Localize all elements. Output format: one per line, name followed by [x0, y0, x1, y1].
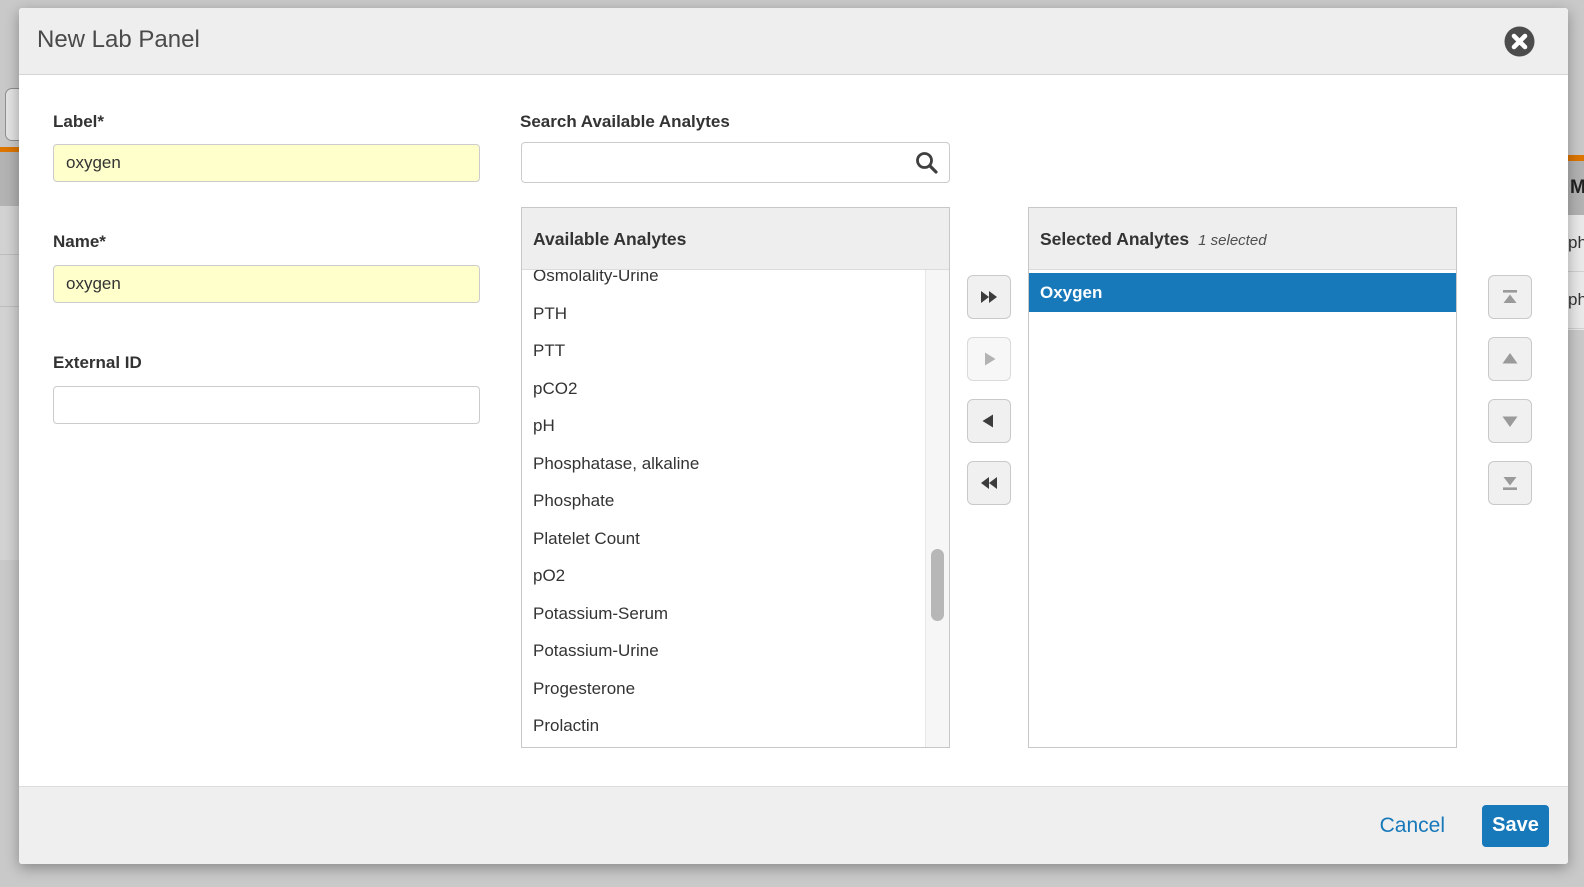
- move-to-bottom-icon: [1500, 473, 1520, 493]
- double-arrow-right-icon: [978, 287, 1000, 307]
- move-all-left-button[interactable]: [967, 461, 1011, 505]
- move-all-right-button[interactable]: [967, 275, 1011, 319]
- external-id-field-label: External ID: [53, 353, 142, 373]
- list-item[interactable]: Potassium-Urine: [522, 632, 949, 670]
- background-table-rows-right: ph ph: [1568, 215, 1584, 330]
- background-table-header-right: M: [1568, 161, 1584, 215]
- dialog-header: New Lab Panel: [19, 8, 1568, 75]
- move-up-button[interactable]: [1488, 337, 1532, 381]
- move-left-button[interactable]: [967, 399, 1011, 443]
- available-analytes-header: Available Analytes: [522, 208, 949, 270]
- selected-analytes-title: Selected Analytes: [1040, 229, 1189, 249]
- move-up-icon: [1500, 349, 1520, 369]
- move-to-bottom-button[interactable]: [1488, 461, 1532, 505]
- list-item[interactable]: pO2: [522, 557, 949, 595]
- available-analytes-list: Osmolality-UrinePTHPTTpCO2pHPhosphatase,…: [522, 270, 949, 748]
- screen: M ph ph New Lab Panel Label* Name* Exter…: [0, 0, 1584, 887]
- selected-count-label: 1 selected: [1198, 232, 1266, 249]
- arrow-right-icon: [979, 349, 999, 369]
- new-lab-panel-dialog: New Lab Panel Label* Name* External ID S…: [19, 8, 1568, 864]
- selected-analytes-list: Oxygen: [1029, 270, 1456, 748]
- selected-analytes-box: Selected Analytes 1 selected Oxygen: [1028, 207, 1457, 748]
- label-field-label: Label*: [53, 112, 104, 132]
- available-list-scrollbar[interactable]: [925, 270, 949, 747]
- scrollbar-thumb[interactable]: [931, 549, 944, 621]
- available-analytes-box: Available Analytes Osmolality-UrinePTHPT…: [521, 207, 950, 748]
- save-button[interactable]: Save: [1482, 805, 1549, 847]
- background-table-header-left: [0, 152, 19, 206]
- label-input[interactable]: [53, 144, 480, 182]
- move-to-top-button[interactable]: [1488, 275, 1532, 319]
- list-item[interactable]: Phosphate: [522, 482, 949, 520]
- arrow-left-icon: [979, 411, 999, 431]
- list-item[interactable]: Oxygen: [1029, 273, 1456, 312]
- name-input[interactable]: [53, 265, 480, 303]
- move-down-button[interactable]: [1488, 399, 1532, 443]
- list-item[interactable]: Platelet Count: [522, 520, 949, 558]
- move-right-button[interactable]: [967, 337, 1011, 381]
- list-item[interactable]: Progesterone: [522, 670, 949, 708]
- move-down-icon: [1500, 411, 1520, 431]
- list-item[interactable]: pCO2: [522, 370, 949, 408]
- search-field: [521, 142, 950, 183]
- list-item[interactable]: Osmolality-Urine: [522, 270, 949, 295]
- dialog-title: New Lab Panel: [37, 26, 200, 54]
- search-available-analytes-label: Search Available Analytes: [520, 112, 730, 132]
- selected-analytes-header: Selected Analytes 1 selected: [1029, 208, 1456, 270]
- external-id-input[interactable]: [53, 386, 480, 424]
- list-item[interactable]: Prolactin: [522, 707, 949, 745]
- list-item[interactable]: Phosphatase, alkaline: [522, 445, 949, 483]
- dialog-footer: Cancel Save: [19, 786, 1568, 864]
- search-input[interactable]: [521, 142, 950, 183]
- circle-x-icon: [1504, 26, 1535, 57]
- double-arrow-left-icon: [978, 473, 1000, 493]
- name-field-label: Name*: [53, 232, 106, 252]
- move-to-top-icon: [1500, 287, 1520, 307]
- list-item[interactable]: PTT: [522, 332, 949, 370]
- list-item[interactable]: Potassium-Serum: [522, 595, 949, 633]
- cancel-button[interactable]: Cancel: [1380, 814, 1445, 838]
- list-item[interactable]: PTH: [522, 295, 949, 333]
- background-table-rows-left: [0, 206, 19, 560]
- list-item[interactable]: pH: [522, 407, 949, 445]
- background-row-fragment: ph: [1568, 272, 1584, 329]
- close-button[interactable]: [1504, 26, 1535, 57]
- background-row-fragment: ph: [1568, 215, 1584, 272]
